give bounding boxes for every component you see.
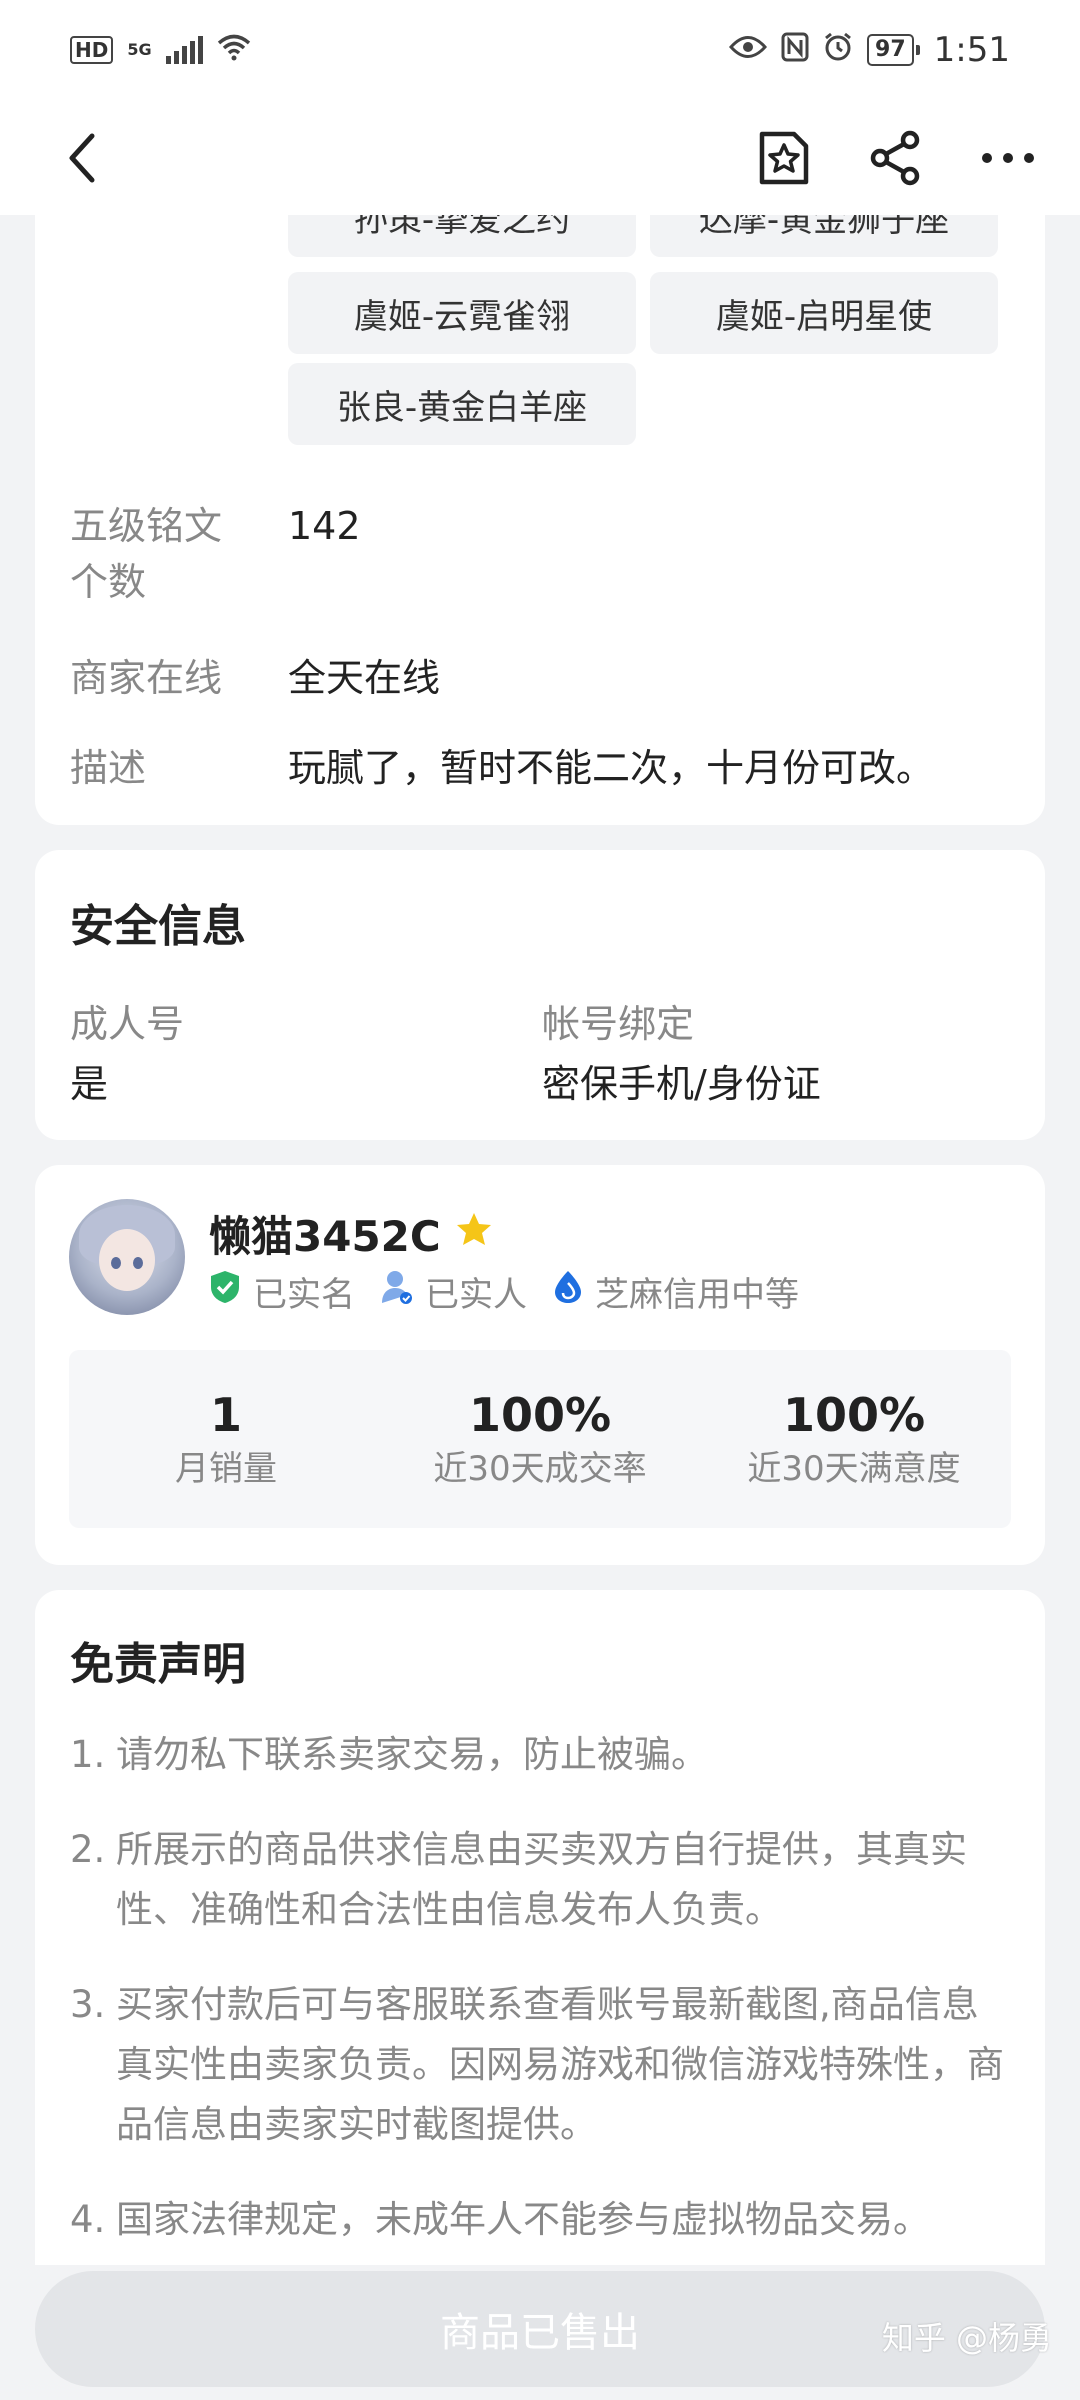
shield-check-icon	[209, 1269, 241, 1314]
person-verified-icon	[381, 1269, 413, 1314]
account-details-card: 孙策-挚爱之约 达摩-黄金狮子座 虞姬-云霓雀翎 虞姬-启明星使 张良-黄金白羊…	[35, 215, 1045, 825]
seller-stats: 1 月销量 100% 近30天成交率 100% 近30天满意度	[69, 1350, 1011, 1528]
binding-value: 密保手机/身份证	[542, 1062, 821, 1106]
favorite-icon[interactable]	[752, 126, 816, 190]
real-name-tag: 已实名	[209, 1267, 355, 1316]
disclaimer-item: 1. 请勿私下联系卖家交易，防止被骗。	[70, 1733, 708, 1776]
description-value: 玩腻了，暂时不能二次，十月份可改。	[288, 746, 935, 790]
description-label: 描述	[70, 746, 147, 790]
disclaimer-item: 2. 所展示的商品供求信息由买卖双方自行提供，其真实性、准确性和合法性由信息发布…	[70, 1828, 967, 1931]
deal-rate-stat: 100% 近30天成交率	[433, 1388, 647, 1489]
nav-bar	[0, 100, 1080, 215]
wifi-icon	[217, 33, 251, 68]
bottom-bar: 商品已售出 知乎 @杨勇	[0, 2265, 1080, 2400]
watermark: 知乎 @杨勇	[881, 2319, 1052, 2357]
status-left: HD 5G	[70, 33, 251, 68]
disclaimer-item: 3. 买家付款后可与客服联系查看账号最新截图,商品信息真实性由卖家负责。因网易游…	[70, 1983, 1004, 2146]
inscription-label: 五级铭文 个数	[70, 504, 223, 604]
binding-label: 帐号绑定	[542, 1002, 695, 1046]
nav-actions	[752, 126, 1040, 190]
star-icon	[455, 1209, 493, 1258]
network-type: 5G	[127, 40, 152, 59]
skin-chip: 虞姬-启明星使	[650, 272, 998, 354]
adult-label: 成人号	[70, 1002, 185, 1046]
alarm-icon	[823, 32, 853, 69]
page-content[interactable]: 孙策-挚爱之约 达摩-黄金狮子座 虞姬-云霓雀翎 虞姬-启明星使 张良-黄金白羊…	[0, 215, 1080, 2265]
share-icon[interactable]	[864, 126, 928, 190]
signal-icon	[165, 36, 203, 64]
satisfaction-stat: 100% 近30天满意度	[747, 1388, 961, 1489]
security-card: 安全信息 成人号 是 帐号绑定 密保手机/身份证	[35, 850, 1045, 1140]
skin-chip: 达摩-黄金狮子座	[650, 215, 998, 257]
online-value: 全天在线	[288, 656, 441, 700]
disclaimer-card: 免责声明 1. 请勿私下联系卖家交易，防止被骗。 2. 所展示的商品供求信息由买…	[35, 1590, 1045, 2265]
monthly-sales-stat: 1 月销量	[175, 1388, 277, 1489]
disclaimer-item: 4. 国家法律规定，未成年人不能参与虚拟物品交易。	[70, 2198, 930, 2241]
skin-chip: 孙策-挚爱之约	[288, 215, 636, 257]
inscription-value: 142	[288, 504, 361, 548]
back-icon[interactable]	[50, 126, 114, 190]
hd-badge: HD	[70, 36, 114, 64]
skin-chip: 虞姬-云霓雀翎	[288, 272, 636, 354]
credit-tag: 芝麻信用中等	[553, 1267, 799, 1316]
seller-tags: 已实名 已实人 芝麻信用中等	[209, 1267, 799, 1316]
battery-icon: 97	[867, 34, 920, 66]
more-icon[interactable]	[976, 126, 1040, 190]
clock-time: 1:51	[933, 30, 1010, 70]
real-person-tag: 已实人	[381, 1267, 527, 1316]
status-bar: HD 5G 97 1:51	[0, 0, 1080, 100]
security-title: 安全信息	[70, 901, 246, 952]
adult-value: 是	[70, 1062, 109, 1106]
seller-card[interactable]: 懒猫3452C 已实名 已实人 芝麻信用中等 1 月销量 100% 近30天成交…	[35, 1165, 1045, 1565]
eye-icon	[729, 34, 768, 67]
status-right: 97 1:51	[729, 30, 1010, 70]
disclaimer-title: 免责声明	[70, 1639, 246, 1690]
seller-name[interactable]: 懒猫3452C	[209, 1203, 493, 1264]
seller-avatar[interactable]	[69, 1199, 185, 1315]
sesame-credit-icon	[553, 1269, 583, 1314]
online-label: 商家在线	[70, 656, 223, 700]
skin-chip: 张良-黄金白羊座	[288, 363, 636, 445]
nfc-icon	[781, 32, 809, 69]
